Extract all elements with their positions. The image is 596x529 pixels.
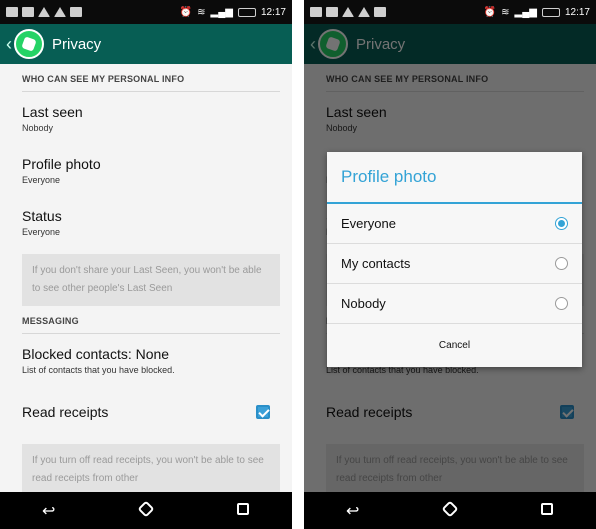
battery-icon	[237, 7, 256, 17]
pref-title: Last seen	[22, 104, 83, 120]
last-seen-note: If you don't share your Last Seen, you w…	[22, 254, 280, 306]
pref-last-seen[interactable]: Last seen Nobody	[22, 92, 280, 144]
signal-icon: ▂▄▆	[210, 6, 233, 18]
status-bar: ⏰ ≋ ▂▄▆ 12:17	[0, 0, 292, 24]
clock: 12:17	[260, 6, 286, 18]
profile-photo-dialog: Profile photo Everyone My contacts Nobod…	[327, 152, 582, 367]
pref-title: Blocked contacts: None	[22, 346, 170, 362]
dialog-title: Profile photo	[327, 152, 582, 204]
gallery-notification-icon	[6, 7, 18, 17]
pref-subtitle: List of contacts that you have blocked.	[22, 365, 175, 375]
app-bar-title: Privacy	[52, 35, 102, 53]
clock: 12:17	[564, 6, 590, 18]
download-notification-icon	[374, 7, 386, 17]
option-label: My contacts	[341, 256, 411, 271]
status-bar: ⏰ ≋ ▂▄▆ 12:17	[304, 0, 596, 24]
alarm-icon: ⏰	[483, 6, 497, 18]
recents-icon[interactable]	[223, 502, 263, 520]
alert-notification-icon	[358, 7, 370, 17]
home-icon[interactable]	[126, 500, 166, 520]
pref-value: Everyone	[22, 227, 61, 237]
battery-icon	[541, 7, 560, 17]
pref-title: Read receipts	[22, 404, 109, 420]
pref-blocked-contacts[interactable]: Blocked contacts: None List of contacts …	[22, 334, 280, 386]
alert-notification-icon	[54, 7, 66, 17]
chat-notification-icon	[326, 7, 338, 17]
navigation-bar: ↩	[304, 492, 596, 529]
cancel-button[interactable]: Cancel	[327, 324, 582, 366]
read-receipts-note: If you turn off read receipts, you won't…	[22, 444, 280, 496]
alert-notification-icon	[342, 7, 354, 17]
section-header-personal-info: WHO CAN SEE MY PERSONAL INFO	[22, 64, 280, 92]
signal-icon: ▂▄▆	[514, 6, 537, 18]
phone-profile-photo-dialog-screen: ⏰ ≋ ▂▄▆ 12:17 ‹ Privacy WHO CAN SEE MY P…	[304, 0, 596, 529]
navigation-bar: ↩	[0, 492, 292, 529]
pref-title: Profile photo	[22, 156, 101, 172]
radio-selected[interactable]	[555, 217, 568, 230]
gallery-notification-icon	[310, 7, 322, 17]
radio-unselected[interactable]	[555, 257, 568, 270]
option-everyone[interactable]: Everyone	[327, 204, 582, 244]
back-icon[interactable]: ↩	[29, 501, 69, 521]
privacy-settings-list: WHO CAN SEE MY PERSONAL INFO Last seen N…	[0, 64, 292, 496]
download-notification-icon	[70, 7, 82, 17]
chat-notification-icon	[22, 7, 34, 17]
pref-status[interactable]: Status Everyone	[22, 196, 280, 248]
section-header-messaging: MESSAGING	[22, 306, 280, 334]
app-bar: ‹ Privacy	[0, 24, 292, 64]
home-icon[interactable]	[430, 500, 470, 520]
whatsapp-logo-icon[interactable]	[14, 29, 44, 59]
read-receipts-checkbox[interactable]	[256, 405, 270, 419]
pref-value: Everyone	[22, 175, 61, 185]
phone-privacy-screen: ⏰ ≋ ▂▄▆ 12:17 ‹ Privacy WHO CAN SEE MY P…	[0, 0, 292, 529]
wifi-icon: ≋	[501, 6, 510, 18]
alert-notification-icon	[38, 7, 50, 17]
pref-read-receipts[interactable]: Read receipts	[22, 386, 280, 438]
pref-title: Status	[22, 208, 62, 224]
back-icon[interactable]: ↩	[333, 501, 373, 521]
option-nobody[interactable]: Nobody	[327, 284, 582, 324]
radio-unselected[interactable]	[555, 297, 568, 310]
pref-value: Nobody	[22, 123, 54, 133]
wifi-icon: ≋	[197, 6, 206, 18]
up-navigation-icon[interactable]: ‹	[6, 34, 12, 55]
recents-icon[interactable]	[527, 502, 567, 520]
pref-profile-photo[interactable]: Profile photo Everyone	[22, 144, 280, 196]
screenshot-stage: ⏰ ≋ ▂▄▆ 12:17 ‹ Privacy WHO CAN SEE MY P…	[0, 0, 596, 529]
alarm-icon: ⏰	[179, 6, 193, 18]
option-my-contacts[interactable]: My contacts	[327, 244, 582, 284]
option-label: Everyone	[341, 216, 396, 231]
option-label: Nobody	[341, 296, 386, 311]
